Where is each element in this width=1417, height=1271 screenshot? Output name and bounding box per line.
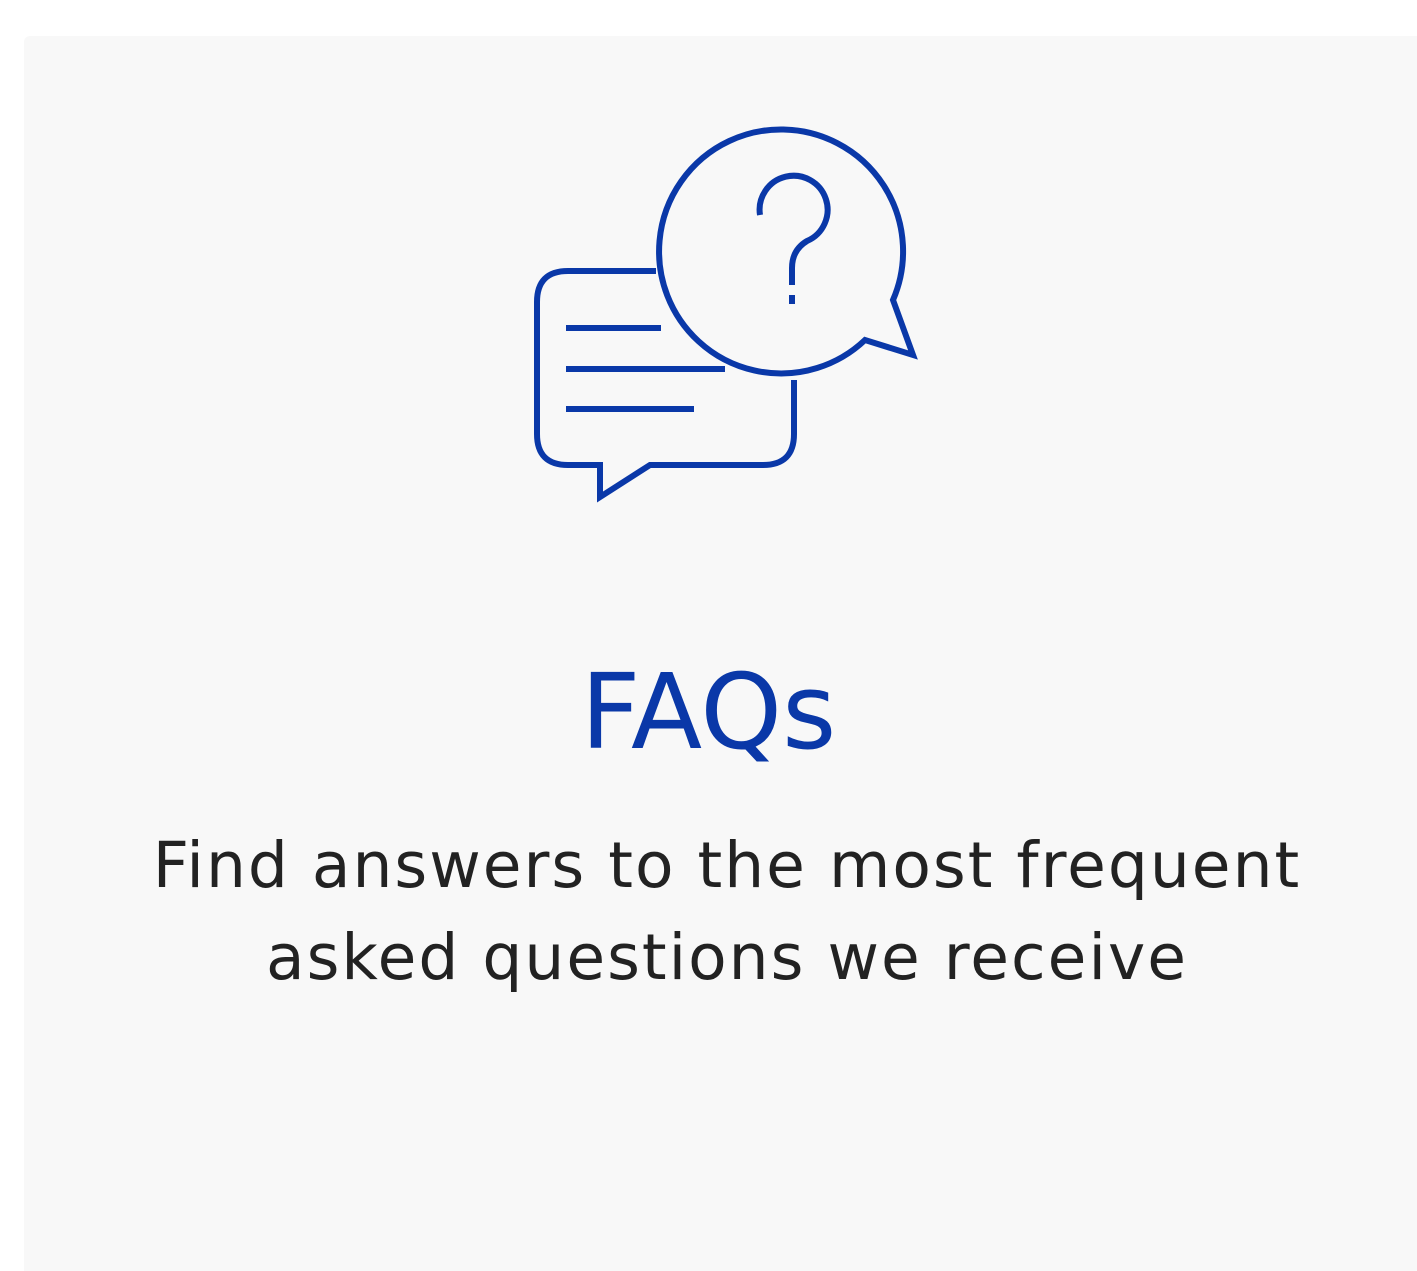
faq-chat-bubbles-icon [534,126,918,503]
card-title: FAQs [580,651,837,773]
card-description: Find answers to the most frequent asked … [152,829,1302,994]
faq-icon-container [0,0,1417,520]
